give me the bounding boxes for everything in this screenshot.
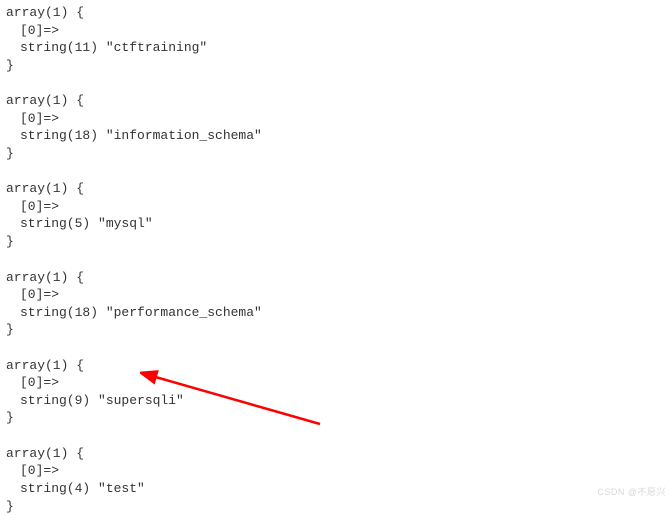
array-header: array(1) { xyxy=(6,92,664,110)
array-close: } xyxy=(6,145,664,163)
array-header: array(1) { xyxy=(6,180,664,198)
array-index: [0]=> xyxy=(6,286,664,304)
array-block: array(1) { [0]=> string(11) "ctftraining… xyxy=(6,4,664,74)
array-index: [0]=> xyxy=(6,374,664,392)
array-index: [0]=> xyxy=(6,198,664,216)
array-value: string(11) "ctftraining" xyxy=(6,39,664,57)
array-block: array(1) { [0]=> string(5) "mysql" } xyxy=(6,180,664,250)
array-header: array(1) { xyxy=(6,269,664,287)
array-index: [0]=> xyxy=(6,110,664,128)
array-header: array(1) { xyxy=(6,357,664,375)
array-block: array(1) { [0]=> string(18) "information… xyxy=(6,92,664,162)
watermark-text: CSDN @不愿兴 xyxy=(597,485,666,498)
array-header: array(1) { xyxy=(6,445,664,463)
array-value: string(5) "mysql" xyxy=(6,215,664,233)
array-index: [0]=> xyxy=(6,22,664,40)
array-value: string(18) "information_schema" xyxy=(6,127,664,145)
array-close: } xyxy=(6,233,664,251)
array-close: } xyxy=(6,409,664,427)
array-block: array(1) { [0]=> string(18) "performance… xyxy=(6,269,664,339)
array-block: array(1) { [0]=> string(4) "test" } xyxy=(6,445,664,515)
array-block: array(1) { [0]=> string(9) "supersqli" } xyxy=(6,357,664,427)
array-header: array(1) { xyxy=(6,4,664,22)
array-index: [0]=> xyxy=(6,462,664,480)
array-close: } xyxy=(6,321,664,339)
array-close: } xyxy=(6,57,664,75)
array-close: } xyxy=(6,498,664,515)
array-value: string(4) "test" xyxy=(6,480,664,498)
array-value: string(9) "supersqli" xyxy=(6,392,664,410)
array-value: string(18) "performance_schema" xyxy=(6,304,664,322)
